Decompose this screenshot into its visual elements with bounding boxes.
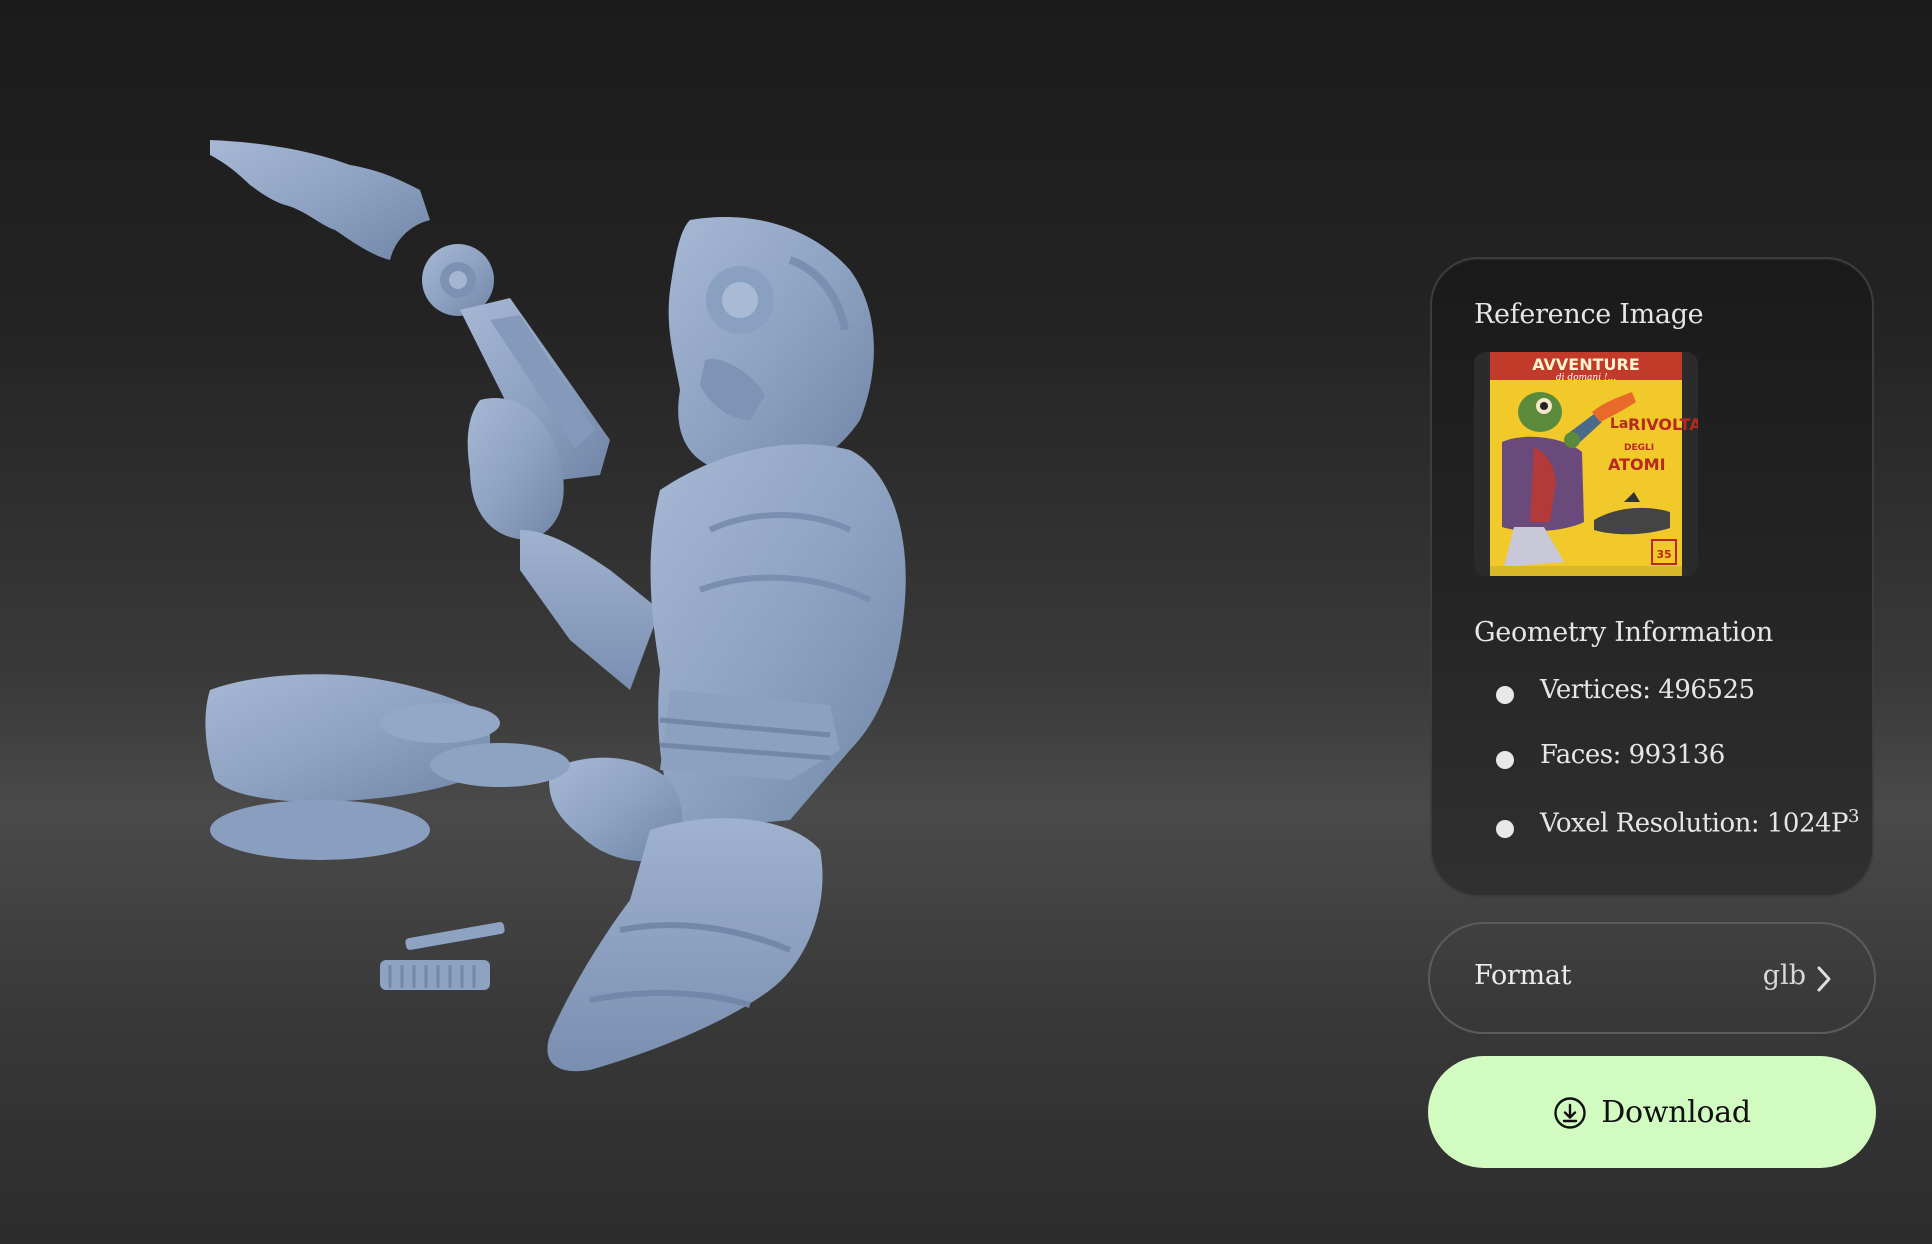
format-label: Format	[1474, 960, 1572, 991]
download-button[interactable]: Download	[1428, 1056, 1876, 1168]
3d-model-preview[interactable]	[190, 130, 950, 1190]
cover-price: 35	[1656, 548, 1671, 561]
bullet-icon	[1496, 686, 1514, 704]
faces-row: Faces: 993136	[1496, 740, 1725, 770]
vertices-label: Vertices: 496525	[1540, 675, 1755, 705]
format-selector[interactable]: Format glb	[1428, 922, 1876, 1034]
voxel-resolution-exponent: 3	[1848, 806, 1859, 827]
cover-headline-rivolta: RIVOLTA	[1628, 415, 1698, 434]
geometry-information-heading: Geometry Information	[1474, 617, 1774, 648]
chevron-right-icon	[1817, 966, 1831, 992]
format-value: glb	[1762, 960, 1806, 991]
info-panel: Reference Image AVVENTURE di domani !...	[1430, 257, 1874, 897]
voxel-resolution-row: Voxel Resolution: 1024P3	[1496, 806, 1859, 839]
faces-label: Faces: 993136	[1540, 740, 1725, 770]
3d-viewport[interactable]: Reference Image AVVENTURE di domani !...	[0, 0, 1932, 1244]
bullet-icon	[1496, 751, 1514, 769]
comic-cover-picture: AVVENTURE di domani !... La RIVOLTA DEGL…	[1474, 352, 1698, 576]
cover-headline-la: La	[1610, 416, 1628, 432]
vertices-row: Vertices: 496525	[1496, 675, 1755, 705]
cover-headline-atomi: ATOMI	[1608, 455, 1666, 474]
bullet-icon	[1496, 819, 1514, 838]
reference-image[interactable]: AVVENTURE di domani !... La RIVOLTA DEGL…	[1474, 352, 1698, 576]
voxel-resolution-label: Voxel Resolution: 1024P	[1540, 808, 1849, 839]
cover-title: AVVENTURE	[1532, 355, 1640, 374]
cover-subtitle: di domani !...	[1556, 373, 1616, 383]
reference-image-heading: Reference Image	[1474, 299, 1704, 330]
download-label: Download	[1601, 1094, 1751, 1130]
download-icon	[1554, 1097, 1586, 1129]
cover-headline-degli: DEGLI	[1624, 443, 1654, 453]
